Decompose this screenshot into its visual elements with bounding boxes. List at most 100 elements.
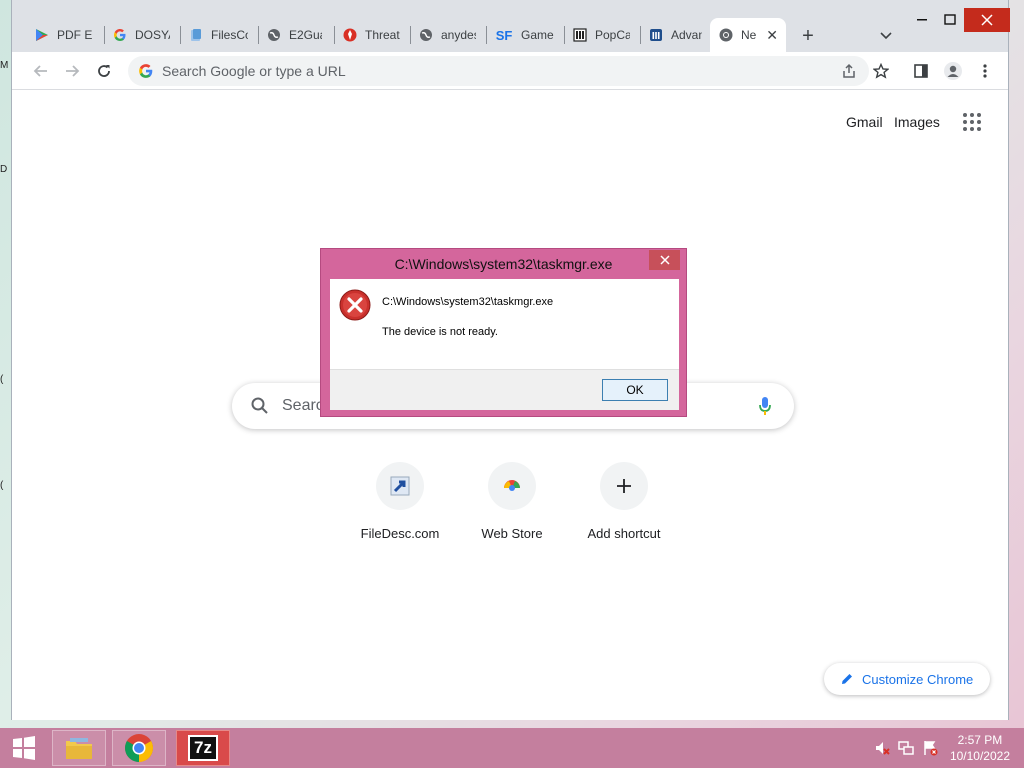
tab-label: Ne xyxy=(741,28,757,42)
sf-icon: SF xyxy=(495,27,513,43)
windows-logo-icon xyxy=(13,736,35,760)
back-arrow-icon xyxy=(33,65,47,77)
reload-button[interactable] xyxy=(92,59,116,83)
forward-button[interactable] xyxy=(60,59,84,83)
star-icon xyxy=(873,63,889,79)
action-center-icon[interactable] xyxy=(922,740,938,756)
tab-popcat[interactable]: PopCa xyxy=(564,18,638,52)
new-tab-button[interactable]: + xyxy=(796,24,820,48)
tab-label: PDF Ex xyxy=(57,28,92,42)
gmail-link[interactable]: Gmail xyxy=(846,114,883,130)
side-panel-button[interactable] xyxy=(909,59,933,83)
system-clock[interactable]: 2:57 PM 10/10/2022 xyxy=(950,732,1010,764)
globe-icon xyxy=(266,27,282,43)
tab-label: Games xyxy=(521,28,554,42)
error-dialog: C:\Windows\system32\taskmgr.exe C:\Windo… xyxy=(320,248,687,417)
shortcut-label: FileDesc.com xyxy=(360,526,440,541)
tab-advanced[interactable]: Advan xyxy=(640,18,710,52)
address-bar[interactable]: Search Google or type a URL xyxy=(128,56,869,86)
tab-search-button[interactable] xyxy=(874,24,898,48)
pencil-icon xyxy=(842,674,852,684)
7zip-icon: 7z xyxy=(188,735,218,761)
clock-date: 10/10/2022 xyxy=(949,749,1010,763)
customize-chrome-label: Customize Chrome xyxy=(862,671,974,687)
close-icon xyxy=(659,255,670,265)
globe-icon xyxy=(418,27,434,43)
tab-label: anydes xyxy=(441,28,476,42)
search-placeholder: Searc xyxy=(282,397,324,414)
close-tab-icon[interactable]: ✕ xyxy=(766,27,778,44)
dialog-footer: OK xyxy=(330,369,679,410)
tab-filescom[interactable]: FilesCo xyxy=(180,18,256,52)
address-bar-placeholder: Search Google or type a URL xyxy=(162,63,346,79)
tab-anydesk[interactable]: anydes xyxy=(410,18,484,52)
maximize-icon xyxy=(944,14,956,25)
start-button[interactable] xyxy=(4,728,44,768)
menu-button[interactable] xyxy=(973,59,997,83)
threat-icon xyxy=(342,27,358,43)
shortcut-add[interactable]: Add shortcut xyxy=(568,462,680,541)
tab-label: Advan xyxy=(671,28,702,42)
shortcut-filedesc[interactable]: FileDesc.com xyxy=(344,462,456,541)
play-store-icon xyxy=(34,27,50,43)
dialog-path-text: C:\Windows\system32\taskmgr.exe xyxy=(382,296,554,308)
clock-time: 2:57 PM xyxy=(957,733,1003,747)
tab-label: FilesCo xyxy=(211,28,248,42)
browser-toolbar: Search Google or type a URL xyxy=(12,52,1008,90)
tab-label: PopCa xyxy=(595,28,630,42)
tab-games[interactable]: SF Games xyxy=(486,18,562,52)
back-button[interactable] xyxy=(29,59,53,83)
close-icon xyxy=(981,14,993,26)
advanced-icon xyxy=(648,27,664,43)
shortcut-web-store[interactable]: Web Store xyxy=(456,462,568,541)
shortcut-tile xyxy=(600,462,648,510)
reload-icon xyxy=(98,65,110,77)
google-icon xyxy=(112,27,128,43)
share-icon xyxy=(843,63,855,78)
dialog-body: C:\Windows\system32\taskmgr.exe The devi… xyxy=(330,279,679,369)
dialog-title: C:\Windows\system32\taskmgr.exe xyxy=(394,256,613,272)
tab-label: E2Gua xyxy=(289,28,322,42)
taskbar-7zip[interactable]: 7z xyxy=(176,730,230,766)
chevron-down-icon xyxy=(880,32,892,40)
filescom-icon xyxy=(188,27,204,43)
tab-pdf[interactable]: PDF Ex xyxy=(26,18,100,52)
shortcut-tile xyxy=(488,462,536,510)
bookmark-button[interactable] xyxy=(869,59,893,83)
taskbar-chrome[interactable] xyxy=(112,730,166,766)
search-icon xyxy=(251,397,268,414)
ok-button[interactable]: OK xyxy=(602,379,668,401)
plus-icon xyxy=(617,479,631,493)
side-panel-icon xyxy=(914,64,928,78)
shortcut-label: Web Store xyxy=(481,526,543,541)
web-store-icon xyxy=(504,480,520,491)
tab-e2guard[interactable]: E2Gua xyxy=(258,18,330,52)
apps-grid-icon[interactable] xyxy=(962,112,982,132)
chrome-icon xyxy=(718,27,734,43)
tab-strip: PDF Ex DOSYA FilesCo E2Gua xyxy=(12,0,1010,52)
share-button[interactable] xyxy=(837,59,861,83)
tab-label: DOSYA xyxy=(135,28,170,42)
taskbar-file-explorer[interactable] xyxy=(52,730,106,766)
google-icon xyxy=(139,64,153,78)
tab-dosya[interactable]: DOSYA xyxy=(104,18,178,52)
profile-button[interactable] xyxy=(941,59,965,83)
dialog-close-button[interactable] xyxy=(649,250,680,270)
close-window-button[interactable] xyxy=(964,8,1010,32)
customize-chrome-button[interactable]: Customize Chrome xyxy=(824,663,990,695)
error-icon xyxy=(339,289,371,321)
images-link[interactable]: Images xyxy=(894,114,940,130)
volume-muted-icon[interactable] xyxy=(874,740,890,756)
tab-label: Threat xyxy=(365,28,400,42)
dialog-message: The device is not ready. xyxy=(382,326,498,338)
tab-threat[interactable]: Threat xyxy=(334,18,408,52)
avatar-icon xyxy=(944,62,962,80)
filedesc-icon xyxy=(390,476,410,496)
microphone-icon[interactable] xyxy=(758,396,772,416)
file-explorer-icon xyxy=(66,738,92,759)
shortcut-tile xyxy=(376,462,424,510)
tab-new-tab[interactable]: Ne ✕ xyxy=(710,18,786,52)
chrome-icon xyxy=(125,734,153,762)
taskbar: 7z 2:57 PM 10/10/2022 xyxy=(0,728,1024,768)
network-icon[interactable] xyxy=(898,740,914,756)
